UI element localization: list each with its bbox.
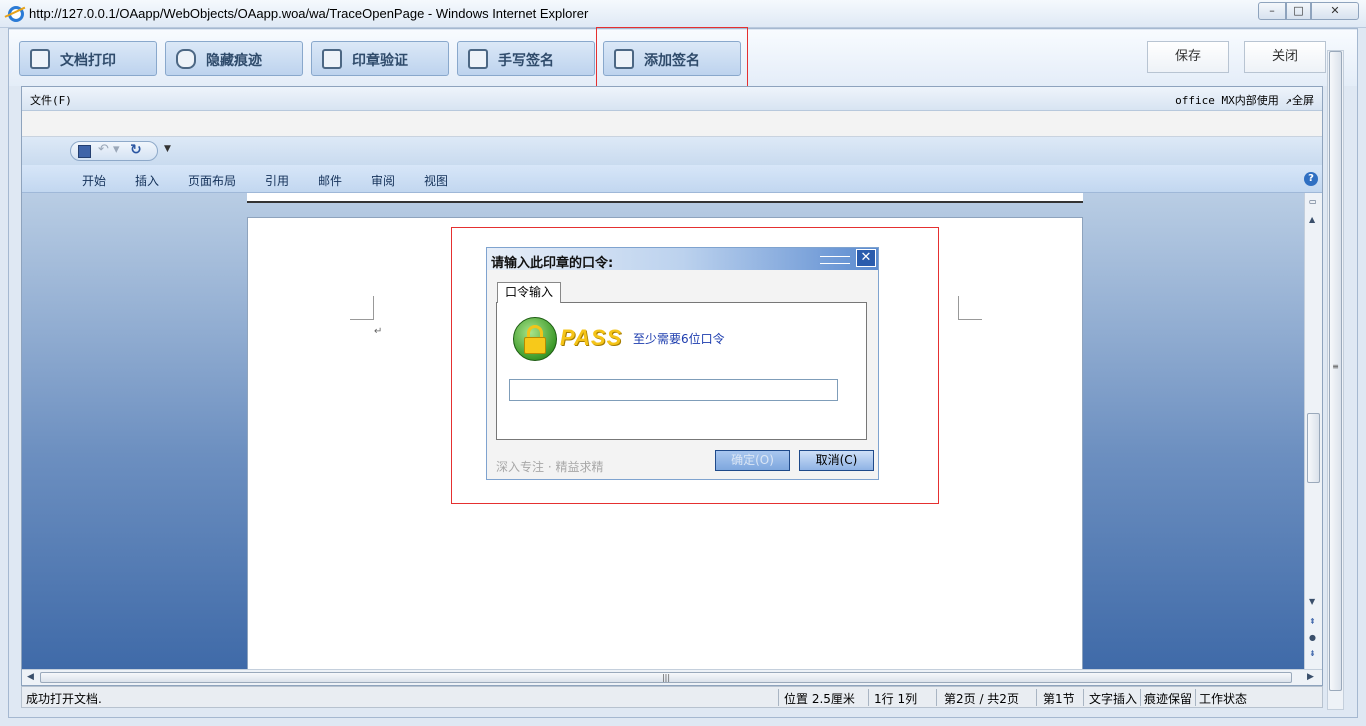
status-row-col: 1行 1列 — [874, 692, 918, 706]
ribbon-tabs: 开始 插入 页面布局 引用 邮件 审阅 视图 ? — [22, 165, 1322, 193]
previous-page-edge — [247, 193, 1083, 203]
tab-insert[interactable]: 插入 — [135, 172, 159, 189]
seal-icon — [322, 49, 342, 69]
menu-file[interactable]: 文件(F) — [30, 92, 72, 108]
qat-redo-icon[interactable]: ↻ — [130, 142, 142, 158]
tab-home[interactable]: 开始 — [82, 172, 106, 189]
status-divider — [1140, 689, 1141, 706]
printer-icon — [30, 49, 50, 69]
tab-references[interactable]: 引用 — [265, 172, 289, 189]
lock-icon — [513, 317, 557, 361]
ok-button[interactable]: 确定(O) — [715, 450, 790, 471]
window-titlebar: http://127.0.0.1/OAapp/WebObjects/OAapp.… — [0, 0, 1366, 28]
menu-fullscreen[interactable]: office MX内部使用 ↗全屏 — [1175, 92, 1314, 108]
status-divider — [1083, 689, 1084, 706]
status-divider — [1195, 689, 1196, 706]
status-divider — [1036, 689, 1037, 706]
window-close-button[interactable]: ✕ — [1311, 2, 1359, 20]
statusbar: 成功打开文档. 位置 2.5厘米 1行 1列 第2页 / 共2页 第1节 文字插… — [21, 686, 1323, 708]
scroll-up-arrow[interactable]: ▲ — [1309, 215, 1315, 224]
password-input[interactable] — [509, 379, 838, 401]
vertical-scroll-thumb[interactable] — [1307, 413, 1320, 483]
next-page-icon[interactable]: ⇟ — [1309, 649, 1316, 658]
handwrite-sign-button[interactable]: 手写签名 — [457, 41, 595, 76]
qat-customize-icon[interactable]: ▼ — [164, 144, 171, 154]
office-menubar: 文件(F) office MX内部使用 ↗全屏 — [22, 87, 1322, 111]
highlight-add-signature — [596, 27, 748, 88]
status-mode: 文字插入 — [1089, 692, 1138, 706]
browse-object-icon[interactable]: ● — [1309, 633, 1316, 642]
document-vertical-scrollbar[interactable]: ▭ ▲ ▼ ⇞ ● ⇟ — [1304, 193, 1322, 669]
dialog-title: 请输入此印章的口令: — [491, 256, 614, 271]
horizontal-scroll-thumb[interactable]: ||| — [40, 672, 1292, 683]
status-track: 痕迹保留 — [1144, 692, 1193, 706]
lock-body — [524, 337, 546, 354]
split-icon[interactable]: ▭ — [1309, 197, 1317, 206]
pass-logo: PASS — [560, 325, 623, 350]
tab-layout[interactable]: 页面布局 — [188, 172, 236, 189]
status-position: 位置 2.5厘米 — [784, 692, 855, 706]
dialog-motto: 深入专注 · 精益求精 — [496, 460, 604, 474]
paragraph-mark: ↵ — [374, 326, 383, 337]
verify-seal-label: 印章验证 — [352, 53, 408, 69]
tab-view[interactable]: 视图 — [424, 172, 448, 189]
page-scroll-thumb[interactable]: ≡ — [1329, 51, 1342, 691]
mask-icon — [176, 49, 196, 69]
status-divider — [936, 689, 937, 706]
seal-password-dialog: 请输入此印章的口令: ✕ 口令输入 PASS 至少需要6位口令 深入专注 · 精… — [486, 247, 879, 480]
qat-undo-icon[interactable]: ↶ ▾ — [98, 142, 120, 157]
crop-mark-left — [350, 296, 374, 320]
status-page: 第2页 / 共2页 — [944, 692, 1019, 706]
window-title: http://127.0.0.1/OAapp/WebObjects/OAapp.… — [29, 6, 589, 21]
status-divider — [778, 689, 779, 706]
prev-page-icon[interactable]: ⇞ — [1309, 617, 1316, 626]
office-blank-toolbar — [22, 111, 1322, 137]
cancel-button[interactable]: 取消(C) — [799, 450, 874, 471]
tab-review[interactable]: 审阅 — [371, 172, 395, 189]
scroll-right-arrow[interactable]: ▶ — [1307, 672, 1314, 682]
scroll-down-arrow[interactable]: ▼ — [1309, 597, 1315, 606]
hide-trace-button[interactable]: 隐藏痕迹 — [165, 41, 303, 76]
save-button[interactable]: 保存 — [1147, 41, 1229, 73]
handwrite-sign-label: 手写签名 — [498, 53, 554, 69]
status-section: 第1节 — [1043, 692, 1075, 706]
grip-icon — [820, 256, 850, 264]
maximize-button[interactable]: □ — [1286, 2, 1311, 20]
print-label: 文档打印 — [60, 53, 116, 69]
print-button[interactable]: 文档打印 — [19, 41, 157, 76]
tab-mailings[interactable]: 邮件 — [318, 172, 342, 189]
close-button[interactable]: 关闭 — [1244, 41, 1326, 73]
password-hint: 至少需要6位口令 — [633, 332, 725, 346]
verify-seal-button[interactable]: 印章验证 — [311, 41, 449, 76]
status-message: 成功打开文档. — [26, 692, 102, 706]
crop-mark-right — [958, 296, 982, 320]
scroll-left-arrow[interactable]: ◀ — [27, 672, 34, 682]
tab-password-input[interactable]: 口令输入 — [497, 282, 561, 303]
hide-trace-label: 隐藏痕迹 — [206, 53, 262, 69]
dialog-close-button[interactable]: ✕ — [856, 249, 876, 267]
ie-icon — [8, 6, 24, 22]
status-state: 工作状态 — [1199, 692, 1248, 706]
dialog-titlebar: 请输入此印章的口令: ✕ — [487, 248, 878, 271]
help-icon[interactable]: ? — [1304, 172, 1318, 186]
dialog-panel: PASS 至少需要6位口令 — [496, 302, 867, 440]
page-vertical-scrollbar[interactable]: ≡ — [1327, 50, 1344, 710]
pen-sign-icon — [468, 49, 488, 69]
document-horizontal-scrollbar[interactable]: ◀ ||| ▶ — [22, 669, 1322, 685]
qat-save-icon[interactable] — [78, 145, 91, 158]
status-divider — [868, 689, 869, 706]
quick-access-toolbar: ↶ ▾ ↻ ▼ — [22, 137, 1322, 165]
minimize-button[interactable]: – — [1258, 2, 1286, 20]
